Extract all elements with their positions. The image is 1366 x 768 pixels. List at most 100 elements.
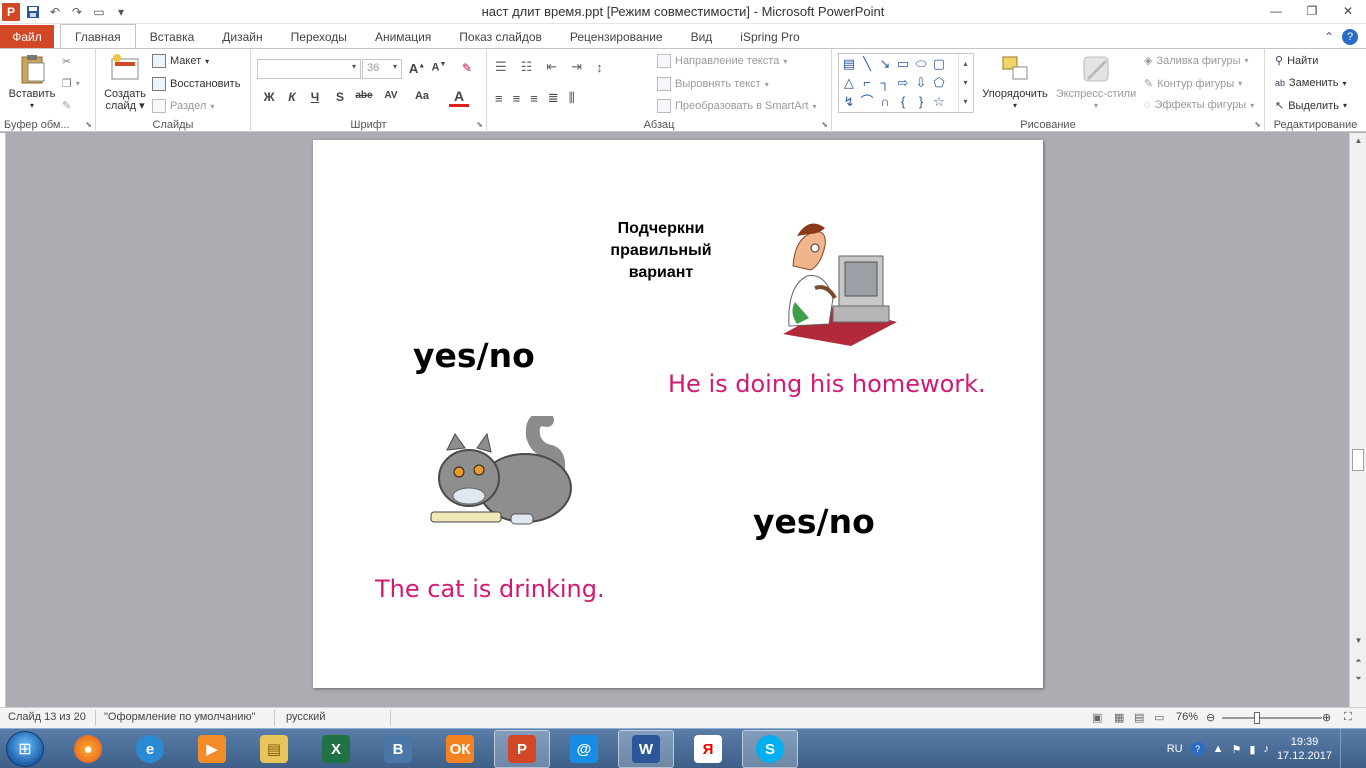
find-button[interactable]: ⚲ Найти xyxy=(1275,54,1318,68)
powerpoint-taskbar-icon[interactable]: P xyxy=(494,730,550,768)
excel-icon[interactable]: X xyxy=(308,730,364,768)
quick-styles-button[interactable]: Экспресс-стили ▾ xyxy=(1054,53,1138,112)
font-launcher-icon[interactable]: ⬊ xyxy=(476,120,483,129)
align-text-button[interactable]: Выровнять текст ▾ xyxy=(657,77,769,91)
star-shape-icon[interactable]: ☆ xyxy=(931,94,947,110)
pentagon-shape-icon[interactable]: ⬠ xyxy=(931,75,947,91)
tray-expand-icon[interactable]: ▲ xyxy=(1213,743,1224,755)
yes-no-option-1[interactable]: yes/no xyxy=(413,336,535,375)
triangle-shape-icon[interactable]: △ xyxy=(841,75,857,91)
scroll-thumb[interactable] xyxy=(1352,449,1364,471)
format-painter-button[interactable]: ✎ xyxy=(62,99,71,112)
slideshow-view-icon[interactable]: ▭ xyxy=(1154,711,1164,724)
previous-slide-icon[interactable]: ⏶ xyxy=(1350,653,1366,669)
clear-format-icon[interactable]: ✎ xyxy=(457,61,477,75)
keyboard-language[interactable]: RU xyxy=(1167,743,1183,755)
slide-sorter-icon[interactable]: ▦ xyxy=(1114,711,1124,724)
zoom-level[interactable]: 76% xyxy=(1176,711,1198,723)
scroll-down-icon[interactable]: ▼ xyxy=(1350,633,1366,649)
font-name-select[interactable]: ▾ xyxy=(257,59,361,79)
man-at-computer-image[interactable] xyxy=(775,206,901,350)
vk-icon[interactable]: B xyxy=(370,730,426,768)
grow-font-icon[interactable]: A▲ xyxy=(407,61,427,76)
zoom-slider[interactable] xyxy=(1222,712,1322,724)
slide-canvas[interactable]: Подчеркни правильный вариант yes/no He i… xyxy=(313,140,1043,688)
media-player-icon[interactable]: ▶ xyxy=(184,730,240,768)
freeform-shape-icon[interactable]: ↯ xyxy=(841,94,857,110)
yandex-icon[interactable]: Я xyxy=(680,730,736,768)
line-shape-icon[interactable]: ╲ xyxy=(859,56,875,72)
zoom-in-icon[interactable]: ⊕ xyxy=(1322,711,1331,724)
show-desktop-button[interactable] xyxy=(1340,729,1352,768)
tab-ispring[interactable]: iSpring Pro xyxy=(726,25,813,48)
replace-button[interactable]: ab Заменить ▾ xyxy=(1275,77,1346,89)
rectangle-shape-icon[interactable]: ▭ xyxy=(895,56,911,72)
section-button[interactable]: Раздел ▾ xyxy=(152,99,214,113)
elbow-connector-shape-icon[interactable]: ⌐ xyxy=(859,75,875,91)
increase-indent-icon[interactable]: ⇥ xyxy=(571,59,582,75)
sentence-homework[interactable]: He is doing his homework. xyxy=(668,370,986,398)
font-color-button[interactable]: A xyxy=(449,88,469,107)
tab-file[interactable]: Файл xyxy=(0,25,54,48)
tab-view[interactable]: Вид xyxy=(677,25,727,48)
reading-view-icon[interactable]: ▤ xyxy=(1134,711,1144,724)
cat-drinking-image[interactable] xyxy=(427,416,577,532)
paragraph-launcher-icon[interactable]: ⬊ xyxy=(821,120,828,129)
layout-button[interactable]: Макет ▾ xyxy=(152,54,209,68)
help-tray-icon[interactable]: ? xyxy=(1190,742,1205,756)
shadow-button[interactable]: S xyxy=(330,90,350,104)
font-size-select[interactable]: 36 ▾ xyxy=(362,59,402,79)
select-button[interactable]: ↖ Выделить ▾ xyxy=(1275,99,1347,113)
network-icon[interactable]: ▮ xyxy=(1249,743,1255,756)
file-explorer-icon[interactable]: ▤ xyxy=(246,730,302,768)
next-slide-icon[interactable]: ⏷ xyxy=(1350,671,1366,687)
help-icon[interactable]: ? xyxy=(1342,28,1358,45)
left-brace-shape-icon[interactable]: { xyxy=(895,94,911,110)
tab-home[interactable]: Главная xyxy=(60,24,136,48)
shrink-font-icon[interactable]: A▼ xyxy=(429,61,449,74)
elbow-arrow-shape-icon[interactable]: ┐ xyxy=(877,75,893,91)
reset-button[interactable]: Восстановить xyxy=(152,77,240,91)
vertical-scrollbar[interactable]: ▲ ▼ ⏶ ⏷ xyxy=(1349,133,1366,707)
change-case-button[interactable]: Aa xyxy=(409,90,435,102)
yes-no-option-2[interactable]: yes/no xyxy=(753,502,875,541)
cut-button[interactable]: ✂ xyxy=(62,55,71,68)
sentence-cat[interactable]: The cat is drinking. xyxy=(375,575,605,603)
smartart-button[interactable]: Преобразовать в SmartArt ▾ xyxy=(657,99,816,113)
gallery-scroll-icon[interactable]: ▴ ▾ ▾ xyxy=(958,54,972,112)
skype-icon[interactable]: S xyxy=(742,730,798,768)
italic-button[interactable]: К xyxy=(282,90,302,104)
shapes-gallery[interactable]: ▤ ╲ ↘ ▭ ⬭ ▢ △ ⌐ ┐ ⇨ ⇩ ⬠ ↯ ⌒ ∩ { } ☆ ▴ ▾ ▾ xyxy=(838,53,974,113)
align-left-icon[interactable]: ≡ xyxy=(495,91,503,106)
fit-to-window-icon[interactable]: ⛶ xyxy=(1344,711,1352,724)
strikethrough-button[interactable]: abe xyxy=(351,90,377,101)
shape-outline-button[interactable]: ✎ Контур фигуры ▾ xyxy=(1144,77,1242,91)
justify-icon[interactable]: ≣ xyxy=(548,90,559,106)
mail-icon[interactable]: @ xyxy=(556,730,612,768)
drawing-launcher-icon[interactable]: ⬊ xyxy=(1254,120,1261,129)
numbering-icon[interactable]: ☷ xyxy=(521,59,533,75)
textbox-shape-icon[interactable]: ▤ xyxy=(841,56,857,72)
clipboard-launcher-icon[interactable]: ⬊ xyxy=(85,120,92,129)
char-spacing-button[interactable]: AV xyxy=(379,90,403,101)
firefox-icon[interactable]: ● xyxy=(60,730,116,768)
tab-animation[interactable]: Анимация xyxy=(361,25,445,48)
action-center-icon[interactable]: ⚑ xyxy=(1232,743,1242,756)
underline-button[interactable]: Ч xyxy=(305,90,325,104)
start-button[interactable]: ⊞ xyxy=(6,731,44,767)
columns-icon[interactable]: ⫼ xyxy=(569,90,575,106)
right-arrow-shape-icon[interactable]: ⇨ xyxy=(895,75,911,91)
minimize-button[interactable]: — xyxy=(1258,0,1294,22)
bullets-icon[interactable]: ☰ xyxy=(495,59,507,75)
slides-pane-edge[interactable] xyxy=(0,133,6,707)
align-right-icon[interactable]: ≡ xyxy=(530,91,538,106)
zoom-out-icon[interactable]: ⊖ xyxy=(1206,711,1215,724)
curve-shape-icon[interactable]: ⌒ xyxy=(859,94,875,110)
tab-transitions[interactable]: Переходы xyxy=(277,25,361,48)
clock[interactable]: 19:39 17.12.2017 xyxy=(1277,735,1332,763)
shape-fill-button[interactable]: ◈ Заливка фигуры ▾ xyxy=(1144,54,1249,68)
restore-button[interactable]: ❐ xyxy=(1294,0,1330,22)
arc-shape-icon[interactable]: ∩ xyxy=(877,94,893,110)
copy-button[interactable]: ❐ ▾ xyxy=(62,77,80,90)
language-indicator[interactable]: русский xyxy=(286,711,325,723)
